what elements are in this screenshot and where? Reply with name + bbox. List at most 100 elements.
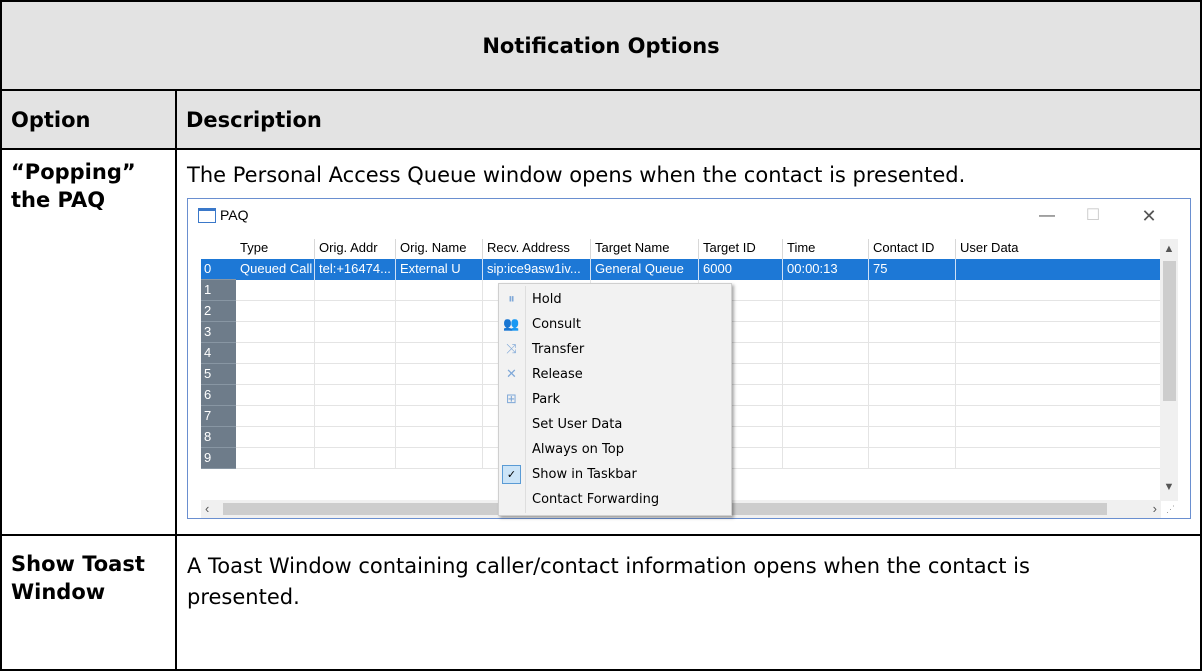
column-header[interactable]: Time <box>783 239 869 259</box>
grid-cell[interactable] <box>396 322 483 343</box>
grid-cell[interactable] <box>396 364 483 385</box>
grid-cell[interactable] <box>869 280 956 301</box>
grid-cell[interactable] <box>315 343 396 364</box>
grid-cell[interactable]: tel:+16474... <box>315 259 396 280</box>
grid-cell[interactable] <box>315 322 396 343</box>
menu-item-transfer[interactable]: ⤨ Transfer <box>499 337 733 362</box>
menu-item-contact-forwarding[interactable]: Contact Forwarding <box>499 487 733 512</box>
grid-cell[interactable] <box>956 385 1161 406</box>
grid-cell[interactable] <box>315 364 396 385</box>
grid-cell[interactable] <box>956 406 1161 427</box>
row-number: 8 <box>201 427 236 448</box>
grid-cell[interactable]: 6000 <box>699 259 783 280</box>
grid-cell[interactable] <box>783 406 869 427</box>
grid-cell[interactable] <box>315 406 396 427</box>
menu-item-set-user-data[interactable]: Set User Data <box>499 412 733 437</box>
check-icon: ✓ <box>502 465 521 484</box>
grid-cell[interactable]: sip:ice9asw1iv... <box>483 259 591 280</box>
grid-cell[interactable] <box>236 427 315 448</box>
scroll-up-icon[interactable]: ▲ <box>1160 243 1178 255</box>
grid-cell[interactable] <box>236 364 315 385</box>
scroll-right-icon[interactable]: › <box>1153 501 1157 516</box>
grid-cell[interactable] <box>315 301 396 322</box>
grid-cell[interactable] <box>396 406 483 427</box>
menu-item-always-on-top[interactable]: Always on Top <box>499 437 733 462</box>
column-header[interactable]: Contact ID <box>869 239 956 259</box>
grid-cell[interactable] <box>783 301 869 322</box>
grid-cell[interactable] <box>783 280 869 301</box>
column-header[interactable]: Type <box>236 239 315 259</box>
column-header[interactable]: Orig. Name <box>396 239 483 259</box>
grid-cell[interactable] <box>236 301 315 322</box>
menu-item-release[interactable]: ✕ Release <box>499 362 733 387</box>
grid-cell[interactable] <box>236 343 315 364</box>
grid-cell[interactable] <box>869 301 956 322</box>
grid-cell[interactable] <box>956 343 1161 364</box>
column-header[interactable]: Orig. Addr <box>315 239 396 259</box>
table-row[interactable]: 0 Queued Call tel:+16474... External Usip:i… <box>201 259 1161 280</box>
grid-cell[interactable] <box>315 385 396 406</box>
grid-cell[interactable] <box>236 385 315 406</box>
menu-item-hold[interactable]: ⏸ Hold <box>499 287 733 312</box>
grid-cell[interactable] <box>236 280 315 301</box>
grid-cell[interactable] <box>396 343 483 364</box>
grid-cell[interactable] <box>956 301 1161 322</box>
transfer-icon: ⤨ <box>506 342 517 357</box>
grid-cell[interactable] <box>315 280 396 301</box>
menu-item-label: Consult <box>532 317 581 332</box>
grid-cell[interactable]: External U <box>396 259 483 280</box>
close-button[interactable]: ✕ <box>1126 201 1172 231</box>
grid-cell[interactable] <box>956 427 1161 448</box>
option-label: Show Toast Window <box>11 552 145 604</box>
grid-cell[interactable] <box>783 385 869 406</box>
column-header[interactable]: Target ID <box>699 239 783 259</box>
grid-cell[interactable]: General Queue <box>591 259 699 280</box>
grid-cell[interactable]: 75 <box>869 259 956 280</box>
pause-icon: ⏸ <box>508 292 515 307</box>
grid-cell[interactable] <box>869 343 956 364</box>
grid-cell[interactable] <box>869 322 956 343</box>
column-header[interactable]: User Data <box>956 239 1161 259</box>
column-header[interactable]: Target Name <box>591 239 699 259</box>
grid-cell[interactable] <box>315 427 396 448</box>
scroll-down-icon[interactable]: ▼ <box>1160 481 1178 493</box>
menu-item-show-in-taskbar[interactable]: ✓ Show in Taskbar <box>499 462 733 487</box>
grid-cell[interactable] <box>783 427 869 448</box>
grid-cell[interactable] <box>783 343 869 364</box>
grid-cell[interactable] <box>396 385 483 406</box>
grid-cell[interactable] <box>869 448 956 469</box>
column-header[interactable]: Recv. Address <box>483 239 591 259</box>
row-number: 4 <box>201 343 236 364</box>
grid-cell[interactable] <box>236 322 315 343</box>
grid-cell[interactable]: 00:00:13 <box>783 259 869 280</box>
grid-cell[interactable]: Queued Call <box>236 259 315 280</box>
grid-cell[interactable] <box>396 448 483 469</box>
vertical-scrollbar[interactable]: ▲ ▼ <box>1160 239 1178 501</box>
vertical-scroll-thumb[interactable] <box>1163 261 1176 401</box>
grid-cell[interactable] <box>869 406 956 427</box>
grid-cell[interactable] <box>956 280 1161 301</box>
scroll-left-icon[interactable]: ‹ <box>205 501 209 516</box>
grid-cell[interactable] <box>396 280 483 301</box>
grid-cell[interactable] <box>956 259 1161 280</box>
grid-cell[interactable] <box>869 427 956 448</box>
menu-item-park[interactable]: ⊞ Park <box>499 387 733 412</box>
grid-cell[interactable] <box>236 406 315 427</box>
grid-cell[interactable] <box>869 364 956 385</box>
grid-cell[interactable] <box>236 448 315 469</box>
maximize-button[interactable]: ☐ <box>1070 201 1116 231</box>
grid-cell[interactable] <box>869 385 956 406</box>
minimize-button[interactable]: — <box>1024 201 1070 231</box>
menu-item-consult[interactable]: 👥 Consult <box>499 312 733 337</box>
grid-cell[interactable] <box>783 448 869 469</box>
grid-cell[interactable] <box>783 364 869 385</box>
grid-cell[interactable] <box>315 448 396 469</box>
grid-cell[interactable] <box>396 301 483 322</box>
grid-cell[interactable] <box>396 427 483 448</box>
grid-cell[interactable] <box>783 322 869 343</box>
window-app-icon <box>198 208 216 223</box>
grid-cell[interactable] <box>956 448 1161 469</box>
grid-cell[interactable] <box>956 364 1161 385</box>
grid-cell[interactable] <box>956 322 1161 343</box>
resize-grip-icon[interactable]: ⋰ <box>1166 504 1175 515</box>
